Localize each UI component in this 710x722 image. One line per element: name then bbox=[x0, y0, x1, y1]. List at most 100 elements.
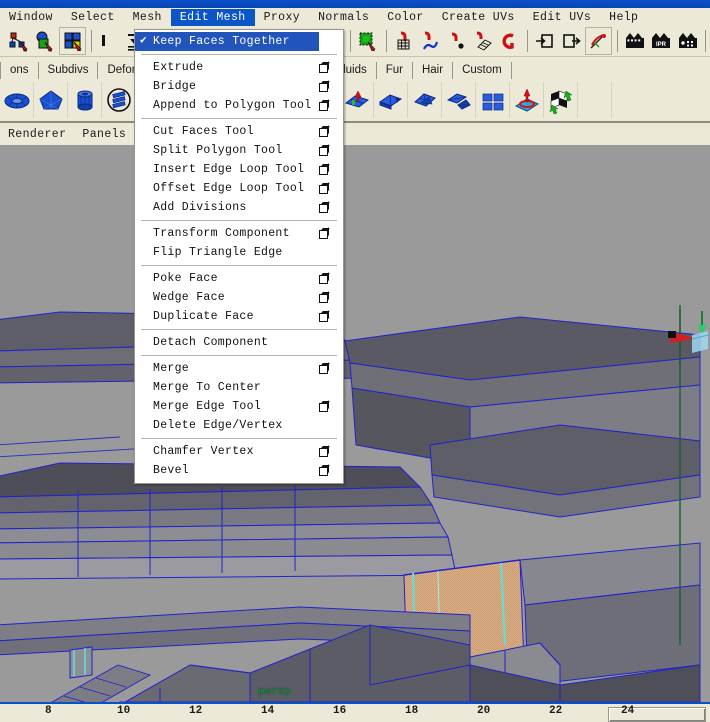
menu-separator bbox=[141, 220, 337, 221]
shelf-overflow-slot[interactable] bbox=[578, 82, 612, 118]
paint-selection-icon[interactable] bbox=[544, 82, 578, 118]
option-box-icon[interactable] bbox=[319, 445, 329, 457]
shelf-tab-subdivs[interactable]: Subdivs bbox=[38, 62, 99, 79]
polygon-pipe-icon[interactable] bbox=[68, 82, 102, 118]
time-slider[interactable]: 8 10 12 14 16 18 20 22 24 bbox=[0, 702, 710, 722]
menu-window[interactable]: Window bbox=[0, 9, 62, 26]
menu-select[interactable]: Select bbox=[62, 9, 124, 26]
option-box-icon[interactable] bbox=[319, 201, 329, 213]
menu-item-label: Delete Edge/Vertex bbox=[153, 419, 283, 432]
select-by-hierarchy-icon[interactable] bbox=[7, 28, 31, 54]
snap-to-grid-icon[interactable] bbox=[356, 28, 380, 54]
menu-item-detach-component[interactable]: Detach Component bbox=[135, 333, 343, 352]
axis-manipulator-gizmo[interactable] bbox=[662, 309, 710, 365]
snap-to-view-plane-icon[interactable] bbox=[497, 28, 521, 54]
sculpt-geometry-icon[interactable] bbox=[510, 82, 544, 118]
menu-edit-uvs[interactable]: Edit UVs bbox=[524, 9, 600, 26]
menu-item-offset-edge-loop-tool[interactable]: Offset Edge Loop Tool bbox=[135, 179, 343, 198]
option-box-icon[interactable] bbox=[319, 272, 329, 284]
option-box-icon[interactable] bbox=[319, 80, 329, 92]
panel-menu-panels[interactable]: Panels bbox=[74, 126, 134, 143]
menu-item-flip-triangle-edge[interactable]: Flip Triangle Edge bbox=[135, 243, 343, 262]
option-box-icon[interactable] bbox=[319, 144, 329, 156]
menu-item-merge-to-center[interactable]: Merge To Center bbox=[135, 378, 343, 397]
svg-text:IPR: IPR bbox=[656, 42, 667, 48]
menu-item-bridge[interactable]: Bridge bbox=[135, 77, 343, 96]
panel-menu-renderer[interactable]: Renderer bbox=[0, 126, 74, 143]
boolean-union-icon[interactable] bbox=[340, 82, 374, 118]
triangulate-icon[interactable] bbox=[442, 82, 476, 118]
menu-item-delete-edge-vertex[interactable]: Delete Edge/Vertex bbox=[135, 416, 343, 435]
menu-separator bbox=[141, 265, 337, 266]
option-box-icon[interactable] bbox=[319, 227, 329, 239]
option-box-icon[interactable] bbox=[319, 61, 329, 73]
input-connections-icon[interactable] bbox=[533, 28, 557, 54]
time-tick-14: 14 bbox=[261, 705, 275, 717]
menu-normals[interactable]: Normals bbox=[309, 9, 378, 26]
toolbar-separator bbox=[90, 30, 92, 52]
menu-item-keep-faces-together[interactable]: ✔ Keep Faces Together bbox=[135, 32, 319, 51]
menu-item-merge[interactable]: Merge bbox=[135, 359, 343, 378]
polygon-torus-icon[interactable] bbox=[0, 82, 34, 118]
menu-edit-mesh[interactable]: Edit Mesh bbox=[170, 8, 255, 26]
menu-item-label: Flip Triangle Edge bbox=[153, 246, 283, 259]
menu-item-transform-component[interactable]: Transform Component bbox=[135, 224, 343, 243]
snap-to-curve-icon[interactable] bbox=[418, 28, 442, 54]
render-current-frame-icon[interactable] bbox=[623, 28, 647, 54]
polygon-helix-icon[interactable] bbox=[102, 82, 136, 118]
menu-color[interactable]: Color bbox=[378, 9, 433, 26]
menu-proxy[interactable]: Proxy bbox=[255, 9, 310, 26]
snap-to-projected-center-icon[interactable] bbox=[471, 28, 495, 54]
menu-item-split-polygon-tool[interactable]: Split Polygon Tool bbox=[135, 141, 343, 160]
select-by-object-type-icon[interactable] bbox=[33, 28, 57, 54]
perspective-viewport[interactable]: persp bbox=[0, 145, 710, 702]
option-box-icon[interactable] bbox=[319, 182, 329, 194]
shelf-tab-hair[interactable]: Hair bbox=[412, 62, 454, 79]
menu-help[interactable]: Help bbox=[600, 9, 647, 26]
window-title-strip bbox=[0, 0, 710, 8]
shelf-tab-ons[interactable]: ons bbox=[0, 62, 39, 79]
option-box-icon[interactable] bbox=[319, 99, 329, 111]
z-axis-plane bbox=[692, 331, 708, 353]
menu-item-label: Cut Faces Tool bbox=[153, 125, 254, 138]
output-connections-icon[interactable] bbox=[559, 28, 583, 54]
menu-item-label: Bevel bbox=[153, 464, 190, 477]
snap-to-point-icon[interactable] bbox=[444, 28, 468, 54]
option-box-icon[interactable] bbox=[319, 163, 329, 175]
option-box-icon[interactable] bbox=[319, 362, 329, 374]
quadrangulate-icon[interactable] bbox=[476, 82, 510, 118]
menu-mesh[interactable]: Mesh bbox=[124, 9, 171, 26]
option-box-icon[interactable] bbox=[319, 125, 329, 137]
option-box-icon[interactable] bbox=[319, 291, 329, 303]
menu-item-poke-face[interactable]: Poke Face bbox=[135, 269, 343, 288]
option-box-icon[interactable] bbox=[319, 310, 329, 322]
edit-mesh-dropdown-menu[interactable]: ✔ Keep Faces Together Extrude Bridge Append … bbox=[134, 29, 344, 484]
snap-to-grid-points-icon[interactable] bbox=[392, 28, 416, 54]
menu-item-cut-faces-tool[interactable]: Cut Faces Tool bbox=[135, 122, 343, 141]
ipr-render-icon[interactable]: IPR bbox=[649, 28, 673, 54]
menu-item-bevel[interactable]: Bevel bbox=[135, 461, 343, 480]
shelf-tab-custom[interactable]: Custom bbox=[453, 62, 512, 79]
time-tick-18: 18 bbox=[405, 705, 419, 717]
menu-item-merge-edge-tool[interactable]: Merge Edge Tool bbox=[135, 397, 343, 416]
menu-item-extrude[interactable]: Extrude bbox=[135, 58, 343, 77]
shelf-tab-fur[interactable]: Fur bbox=[376, 62, 413, 79]
shelf-icon-bar bbox=[0, 79, 710, 123]
menu-item-append-to-polygon-tool[interactable]: Append to Polygon Tool bbox=[135, 96, 343, 115]
menu-item-add-divisions[interactable]: Add Divisions bbox=[135, 198, 343, 217]
construction-history-icon[interactable] bbox=[585, 27, 612, 55]
mirror-geometry-icon[interactable] bbox=[374, 82, 408, 118]
render-settings-icon[interactable] bbox=[676, 28, 700, 54]
option-box-icon[interactable] bbox=[319, 464, 329, 476]
option-box-icon[interactable] bbox=[319, 400, 329, 412]
component-mask-handle-icon[interactable] bbox=[97, 28, 121, 54]
menu-item-wedge-face[interactable]: Wedge Face bbox=[135, 288, 343, 307]
select-by-component-type-icon[interactable] bbox=[59, 27, 86, 55]
menu-item-chamfer-vertex[interactable]: Chamfer Vertex bbox=[135, 442, 343, 461]
menu-item-duplicate-face[interactable]: Duplicate Face bbox=[135, 307, 343, 326]
menu-item-insert-edge-loop-tool[interactable]: Insert Edge Loop Tool bbox=[135, 160, 343, 179]
smooth-mesh-icon[interactable] bbox=[408, 82, 442, 118]
polygon-prism-icon[interactable] bbox=[34, 82, 68, 118]
menu-item-label: Merge Edge Tool bbox=[153, 400, 262, 413]
menu-create-uvs[interactable]: Create UVs bbox=[433, 9, 524, 26]
